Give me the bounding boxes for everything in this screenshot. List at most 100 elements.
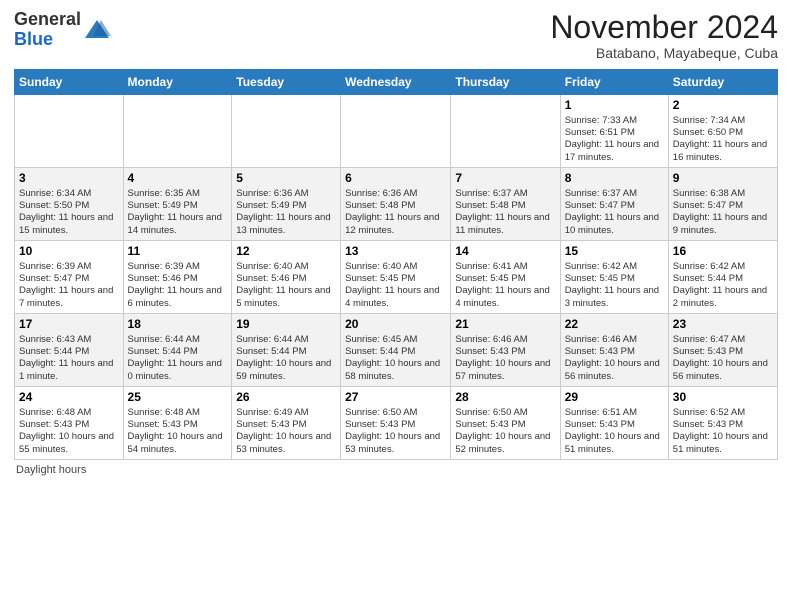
day-cell: 12Sunrise: 6:40 AM Sunset: 5:46 PM Dayli… [232, 241, 341, 314]
day-info: Sunrise: 6:51 AM Sunset: 5:43 PM Dayligh… [565, 407, 664, 456]
month-title: November 2024 [550, 10, 778, 45]
day-info: Sunrise: 6:46 AM Sunset: 5:43 PM Dayligh… [565, 334, 664, 383]
day-info: Sunrise: 6:41 AM Sunset: 5:45 PM Dayligh… [455, 261, 555, 310]
day-info: Sunrise: 6:48 AM Sunset: 5:43 PM Dayligh… [128, 407, 228, 456]
day-cell [232, 95, 341, 168]
day-cell [15, 95, 124, 168]
day-number: 1 [565, 98, 664, 114]
day-number: 16 [673, 244, 773, 260]
header: General Blue November 2024 Batabano, May… [14, 10, 778, 61]
day-info: Sunrise: 6:50 AM Sunset: 5:43 PM Dayligh… [345, 407, 446, 456]
day-info: Sunrise: 6:52 AM Sunset: 5:43 PM Dayligh… [673, 407, 773, 456]
day-info: Sunrise: 6:45 AM Sunset: 5:44 PM Dayligh… [345, 334, 446, 383]
day-number: 30 [673, 390, 773, 406]
day-info: Sunrise: 6:37 AM Sunset: 5:47 PM Dayligh… [565, 188, 664, 237]
day-cell: 4Sunrise: 6:35 AM Sunset: 5:49 PM Daylig… [123, 168, 232, 241]
day-cell: 6Sunrise: 6:36 AM Sunset: 5:48 PM Daylig… [341, 168, 451, 241]
day-number: 26 [236, 390, 336, 406]
day-cell: 29Sunrise: 6:51 AM Sunset: 5:43 PM Dayli… [560, 387, 668, 460]
day-cell [341, 95, 451, 168]
day-number: 14 [455, 244, 555, 260]
day-number: 17 [19, 317, 119, 333]
day-info: Sunrise: 6:39 AM Sunset: 5:46 PM Dayligh… [128, 261, 228, 310]
logo-general: General [14, 9, 81, 29]
week-row-4: 17Sunrise: 6:43 AM Sunset: 5:44 PM Dayli… [15, 314, 778, 387]
day-number: 7 [455, 171, 555, 187]
day-cell: 19Sunrise: 6:44 AM Sunset: 5:44 PM Dayli… [232, 314, 341, 387]
day-cell: 21Sunrise: 6:46 AM Sunset: 5:43 PM Dayli… [451, 314, 560, 387]
day-number: 13 [345, 244, 446, 260]
day-number: 9 [673, 171, 773, 187]
week-row-2: 3Sunrise: 6:34 AM Sunset: 5:50 PM Daylig… [15, 168, 778, 241]
day-cell: 28Sunrise: 6:50 AM Sunset: 5:43 PM Dayli… [451, 387, 560, 460]
day-number: 28 [455, 390, 555, 406]
day-cell: 5Sunrise: 6:36 AM Sunset: 5:49 PM Daylig… [232, 168, 341, 241]
day-info: Sunrise: 6:36 AM Sunset: 5:48 PM Dayligh… [345, 188, 446, 237]
week-row-5: 24Sunrise: 6:48 AM Sunset: 5:43 PM Dayli… [15, 387, 778, 460]
day-info: Sunrise: 6:49 AM Sunset: 5:43 PM Dayligh… [236, 407, 336, 456]
day-info: Sunrise: 6:43 AM Sunset: 5:44 PM Dayligh… [19, 334, 119, 383]
calendar-table: SundayMondayTuesdayWednesdayThursdayFrid… [14, 69, 778, 460]
location: Batabano, Mayabeque, Cuba [550, 45, 778, 61]
logo: General Blue [14, 10, 111, 50]
week-row-1: 1Sunrise: 7:33 AM Sunset: 6:51 PM Daylig… [15, 95, 778, 168]
day-info: Sunrise: 6:40 AM Sunset: 5:46 PM Dayligh… [236, 261, 336, 310]
day-number: 23 [673, 317, 773, 333]
col-header-thursday: Thursday [451, 70, 560, 95]
day-info: Sunrise: 6:44 AM Sunset: 5:44 PM Dayligh… [128, 334, 228, 383]
day-cell: 2Sunrise: 7:34 AM Sunset: 6:50 PM Daylig… [668, 95, 777, 168]
day-info: Sunrise: 6:38 AM Sunset: 5:47 PM Dayligh… [673, 188, 773, 237]
page-container: General Blue November 2024 Batabano, May… [0, 0, 792, 482]
day-number: 20 [345, 317, 446, 333]
day-number: 4 [128, 171, 228, 187]
day-cell [451, 95, 560, 168]
logo-icon [83, 16, 111, 44]
day-info: Sunrise: 6:42 AM Sunset: 5:45 PM Dayligh… [565, 261, 664, 310]
day-number: 19 [236, 317, 336, 333]
col-header-sunday: Sunday [15, 70, 124, 95]
day-info: Sunrise: 6:50 AM Sunset: 5:43 PM Dayligh… [455, 407, 555, 456]
day-cell: 26Sunrise: 6:49 AM Sunset: 5:43 PM Dayli… [232, 387, 341, 460]
day-number: 11 [128, 244, 228, 260]
col-header-wednesday: Wednesday [341, 70, 451, 95]
day-number: 29 [565, 390, 664, 406]
day-cell: 9Sunrise: 6:38 AM Sunset: 5:47 PM Daylig… [668, 168, 777, 241]
day-cell: 16Sunrise: 6:42 AM Sunset: 5:44 PM Dayli… [668, 241, 777, 314]
day-number: 27 [345, 390, 446, 406]
col-header-saturday: Saturday [668, 70, 777, 95]
day-cell: 1Sunrise: 7:33 AM Sunset: 6:51 PM Daylig… [560, 95, 668, 168]
day-number: 10 [19, 244, 119, 260]
day-info: Sunrise: 6:39 AM Sunset: 5:47 PM Dayligh… [19, 261, 119, 310]
day-info: Sunrise: 7:33 AM Sunset: 6:51 PM Dayligh… [565, 115, 664, 164]
day-number: 8 [565, 171, 664, 187]
day-number: 22 [565, 317, 664, 333]
day-info: Sunrise: 6:35 AM Sunset: 5:49 PM Dayligh… [128, 188, 228, 237]
day-number: 12 [236, 244, 336, 260]
day-cell: 27Sunrise: 6:50 AM Sunset: 5:43 PM Dayli… [341, 387, 451, 460]
calendar-header: SundayMondayTuesdayWednesdayThursdayFrid… [15, 70, 778, 95]
day-cell: 23Sunrise: 6:47 AM Sunset: 5:43 PM Dayli… [668, 314, 777, 387]
day-info: Sunrise: 6:48 AM Sunset: 5:43 PM Dayligh… [19, 407, 119, 456]
day-number: 6 [345, 171, 446, 187]
day-number: 24 [19, 390, 119, 406]
day-cell: 13Sunrise: 6:40 AM Sunset: 5:45 PM Dayli… [341, 241, 451, 314]
day-number: 3 [19, 171, 119, 187]
day-number: 18 [128, 317, 228, 333]
calendar-body: 1Sunrise: 7:33 AM Sunset: 6:51 PM Daylig… [15, 95, 778, 460]
day-info: Sunrise: 7:34 AM Sunset: 6:50 PM Dayligh… [673, 115, 773, 164]
day-number: 2 [673, 98, 773, 114]
day-cell: 10Sunrise: 6:39 AM Sunset: 5:47 PM Dayli… [15, 241, 124, 314]
day-cell: 15Sunrise: 6:42 AM Sunset: 5:45 PM Dayli… [560, 241, 668, 314]
header-row: SundayMondayTuesdayWednesdayThursdayFrid… [15, 70, 778, 95]
day-number: 15 [565, 244, 664, 260]
day-info: Sunrise: 6:44 AM Sunset: 5:44 PM Dayligh… [236, 334, 336, 383]
day-info: Sunrise: 6:40 AM Sunset: 5:45 PM Dayligh… [345, 261, 446, 310]
day-cell: 17Sunrise: 6:43 AM Sunset: 5:44 PM Dayli… [15, 314, 124, 387]
day-cell: 25Sunrise: 6:48 AM Sunset: 5:43 PM Dayli… [123, 387, 232, 460]
col-header-tuesday: Tuesday [232, 70, 341, 95]
logo-blue: Blue [14, 29, 53, 49]
day-number: 5 [236, 171, 336, 187]
day-number: 21 [455, 317, 555, 333]
col-header-monday: Monday [123, 70, 232, 95]
title-block: November 2024 Batabano, Mayabeque, Cuba [550, 10, 778, 61]
